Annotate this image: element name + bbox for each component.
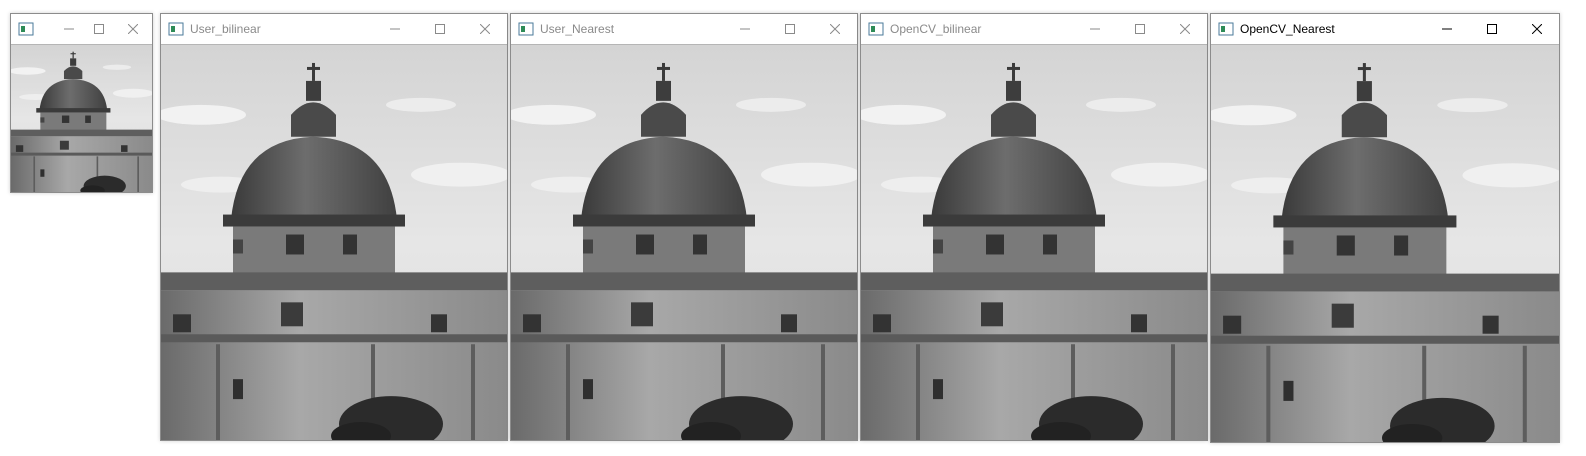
image-canvas bbox=[511, 44, 857, 440]
close-button[interactable] bbox=[812, 14, 857, 44]
maximize-button[interactable] bbox=[767, 14, 812, 44]
window-opencv-nearest[interactable]: OpenCV_Nearest bbox=[1210, 13, 1560, 443]
close-icon bbox=[1179, 24, 1190, 34]
window-title: OpenCV_Nearest bbox=[1240, 22, 1335, 36]
close-button[interactable] bbox=[1514, 14, 1559, 44]
maximize-icon bbox=[434, 24, 445, 34]
minimize-icon bbox=[1441, 28, 1452, 30]
window-title: User_bilinear bbox=[190, 22, 261, 36]
maximize-button[interactable] bbox=[417, 14, 462, 44]
opencv-window-icon bbox=[168, 21, 184, 37]
minimize-icon bbox=[64, 28, 74, 30]
church-image bbox=[161, 45, 507, 440]
title-bar[interactable]: User_Nearest bbox=[511, 14, 857, 44]
minimize-icon bbox=[739, 28, 750, 30]
title-bar[interactable]: User_bilinear bbox=[161, 14, 507, 44]
image-canvas bbox=[11, 44, 152, 192]
title-bar[interactable]: OpenCV_Nearest bbox=[1211, 14, 1559, 44]
image-canvas bbox=[161, 44, 507, 440]
close-icon bbox=[479, 24, 490, 34]
image-canvas bbox=[861, 44, 1207, 440]
minimize-button[interactable] bbox=[372, 14, 417, 44]
minimize-icon bbox=[1089, 28, 1100, 30]
opencv-window-icon bbox=[868, 21, 884, 37]
church-image bbox=[11, 45, 152, 192]
maximize-button[interactable] bbox=[84, 14, 114, 44]
close-button[interactable] bbox=[114, 14, 152, 44]
minimize-button[interactable] bbox=[54, 14, 84, 44]
close-icon bbox=[128, 24, 138, 34]
close-icon bbox=[829, 24, 840, 34]
window-user-nearest[interactable]: User_Nearest bbox=[510, 13, 858, 441]
opencv-window-icon bbox=[1218, 21, 1234, 37]
image-canvas bbox=[1211, 44, 1559, 442]
minimize-button[interactable] bbox=[1424, 14, 1469, 44]
window-title: OpenCV_bilinear bbox=[890, 22, 982, 36]
close-button[interactable] bbox=[1162, 14, 1207, 44]
church-image bbox=[511, 45, 857, 440]
close-icon bbox=[1531, 24, 1542, 34]
window-title: User_Nearest bbox=[540, 22, 615, 36]
window-original[interactable] bbox=[10, 13, 153, 193]
window-user-bilinear[interactable]: User_bilinear bbox=[160, 13, 508, 441]
minimize-button[interactable] bbox=[1072, 14, 1117, 44]
minimize-button[interactable] bbox=[722, 14, 767, 44]
church-image bbox=[861, 45, 1207, 440]
window-opencv-bilinear[interactable]: OpenCV_bilinear bbox=[860, 13, 1208, 441]
opencv-window-icon bbox=[18, 21, 34, 37]
title-bar[interactable] bbox=[11, 14, 152, 44]
title-bar[interactable]: OpenCV_bilinear bbox=[861, 14, 1207, 44]
maximize-button[interactable] bbox=[1469, 14, 1514, 44]
minimize-icon bbox=[389, 28, 400, 30]
maximize-icon bbox=[94, 24, 104, 34]
maximize-icon bbox=[784, 24, 795, 34]
maximize-icon bbox=[1134, 24, 1145, 34]
close-button[interactable] bbox=[462, 14, 507, 44]
church-image bbox=[1211, 45, 1559, 442]
opencv-window-icon bbox=[518, 21, 534, 37]
maximize-button[interactable] bbox=[1117, 14, 1162, 44]
maximize-icon bbox=[1486, 24, 1497, 34]
